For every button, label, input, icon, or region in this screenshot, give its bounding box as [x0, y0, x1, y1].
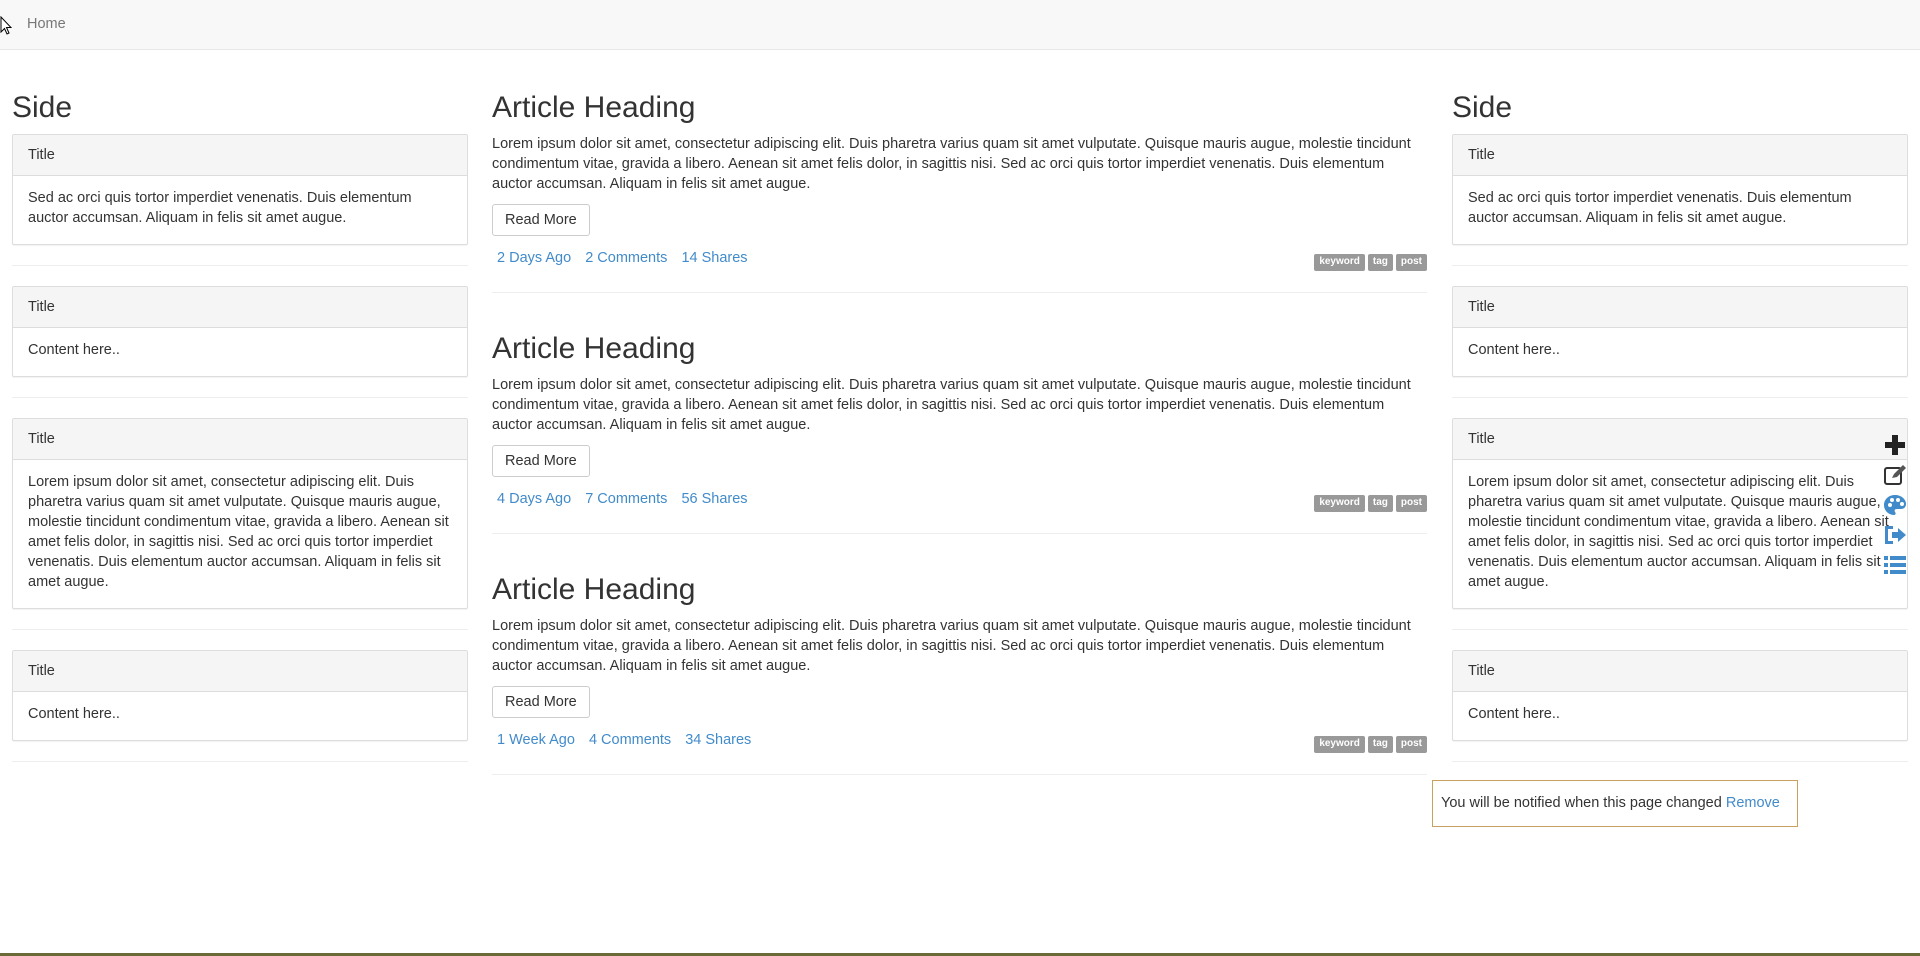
panel-body: Sed ac orci quis tortor imperdiet venena… — [1468, 190, 1852, 226]
tag-badge[interactable]: post — [1395, 254, 1427, 271]
panel-title: Title — [1453, 651, 1907, 692]
left-sidebar-heading: Side — [12, 91, 73, 124]
divider — [1452, 761, 1908, 762]
article-meta: 1 Week Ago 4 Comments 34 Shares keyword t… — [492, 732, 1427, 754]
divider — [1452, 397, 1908, 398]
divider — [492, 774, 1427, 775]
article-tags: keyword tag post — [1311, 493, 1427, 512]
divider — [12, 397, 468, 398]
palette-icon[interactable] — [1882, 492, 1908, 518]
tag-badge[interactable]: keyword — [1314, 495, 1365, 512]
right-sidebar-heading: Side — [1452, 91, 1513, 124]
panel-title: Title — [1453, 287, 1907, 328]
right-panel-3: Title Lorem ipsum dolor sit amet, consec… — [1452, 418, 1908, 609]
article-1: Article Heading Lorem ipsum dolor sit am… — [492, 88, 1427, 293]
divider — [492, 292, 1427, 293]
list-icon[interactable] — [1882, 552, 1908, 578]
left-sidebar: Side Title Sed ac orci quis tortor imper… — [12, 88, 468, 782]
article-date-link[interactable]: 1 Week Ago — [497, 732, 575, 748]
tag-badge[interactable]: tag — [1367, 736, 1393, 753]
article-comments-link[interactable]: 4 Comments — [589, 732, 671, 748]
panel-body: Content here.. — [1468, 342, 1560, 358]
article-shares-link[interactable]: 14 Shares — [681, 250, 747, 266]
divider — [12, 761, 468, 762]
article-date-link[interactable]: 2 Days Ago — [497, 250, 571, 266]
panel-title: Title — [13, 651, 467, 692]
left-panel-2: Title Content here.. — [12, 286, 468, 377]
floating-toolbar — [1882, 432, 1912, 582]
article-shares-link[interactable]: 56 Shares — [681, 491, 747, 507]
divider — [1452, 265, 1908, 266]
edit-icon[interactable] — [1882, 462, 1908, 488]
right-sidebar: Side Title Sed ac orci quis tortor imper… — [1452, 88, 1908, 782]
panel-body: Lorem ipsum dolor sit amet, consectetur … — [28, 474, 449, 590]
page-change-notification: You will be notified when this page chan… — [1432, 780, 1798, 827]
left-panel-4: Title Content here.. — [12, 650, 468, 741]
plus-icon[interactable] — [1882, 432, 1908, 458]
article-comments-link[interactable]: 7 Comments — [585, 491, 667, 507]
article-meta: 4 Days Ago 7 Comments 56 Shares keyword t… — [492, 491, 1427, 513]
right-panel-4: Title Content here.. — [1452, 650, 1908, 741]
article-body: Lorem ipsum dolor sit amet, consectetur … — [492, 377, 1411, 433]
divider — [492, 533, 1427, 534]
article-date-link[interactable]: 4 Days Ago — [497, 491, 571, 507]
tag-badge[interactable]: keyword — [1314, 254, 1365, 271]
nav-home-link[interactable]: Home — [27, 16, 66, 32]
article-body: Lorem ipsum dolor sit amet, consectetur … — [492, 136, 1411, 192]
article-shares-link[interactable]: 34 Shares — [685, 732, 751, 748]
article-heading[interactable]: Article Heading — [492, 88, 1427, 134]
right-panel-1: Title Sed ac orci quis tortor imperdiet … — [1452, 134, 1908, 245]
right-panel-2: Title Content here.. — [1452, 286, 1908, 377]
mouse-cursor-icon — [0, 16, 12, 35]
panel-title: Title — [1453, 135, 1907, 176]
article-body: Lorem ipsum dolor sit amet, consectetur … — [492, 618, 1411, 674]
divider — [1452, 629, 1908, 630]
panel-body: Sed ac orci quis tortor imperdiet venena… — [28, 190, 412, 226]
panel-title: Title — [13, 135, 467, 176]
tag-badge[interactable]: keyword — [1314, 736, 1365, 753]
remove-link[interactable]: Remove — [1726, 795, 1780, 811]
main-content: Article Heading Lorem ipsum dolor sit am… — [492, 88, 1427, 811]
article-comments-link[interactable]: 2 Comments — [585, 250, 667, 266]
panel-title: Title — [1453, 419, 1907, 460]
article-3: Article Heading Lorem ipsum dolor sit am… — [492, 570, 1427, 775]
article-tags: keyword tag post — [1311, 252, 1427, 271]
navbar: Home — [0, 0, 1920, 50]
tag-badge[interactable]: tag — [1367, 495, 1393, 512]
panel-title: Title — [13, 419, 467, 460]
article-meta: 2 Days Ago 2 Comments 14 Shares keyword t… — [492, 250, 1427, 272]
panel-body: Content here.. — [1468, 706, 1560, 722]
read-more-button[interactable]: Read More — [492, 445, 590, 477]
panel-body: Lorem ipsum dolor sit amet, consectetur … — [1468, 474, 1889, 590]
article-2: Article Heading Lorem ipsum dolor sit am… — [492, 329, 1427, 534]
read-more-button[interactable]: Read More — [492, 204, 590, 236]
tag-badge[interactable]: tag — [1367, 254, 1393, 271]
article-tags: keyword tag post — [1311, 734, 1427, 753]
read-more-button[interactable]: Read More — [492, 686, 590, 718]
article-heading[interactable]: Article Heading — [492, 570, 1427, 616]
notification-message: You will be notified when this page chan… — [1441, 795, 1722, 811]
tag-badge[interactable]: post — [1395, 495, 1427, 512]
left-panel-1: Title Sed ac orci quis tortor imperdiet … — [12, 134, 468, 245]
divider — [12, 629, 468, 630]
sign-out-icon[interactable] — [1882, 522, 1908, 548]
tag-badge[interactable]: post — [1395, 736, 1427, 753]
article-heading[interactable]: Article Heading — [492, 329, 1427, 375]
panel-title: Title — [13, 287, 467, 328]
left-panel-3: Title Lorem ipsum dolor sit amet, consec… — [12, 418, 468, 609]
divider — [12, 265, 468, 266]
panel-body: Content here.. — [28, 706, 120, 722]
panel-body: Content here.. — [28, 342, 120, 358]
